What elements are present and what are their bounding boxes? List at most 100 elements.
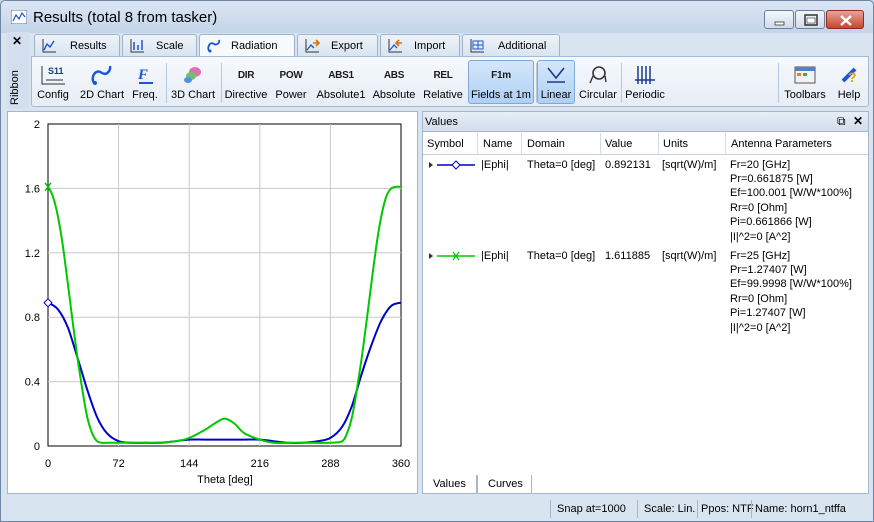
title-bar[interactable]: Results (total 8 from tasker) — [1, 1, 873, 33]
data-point — [67, 326, 68, 327]
close-button[interactable] — [826, 10, 864, 29]
chart-panel[interactable]: 0 72 144 216 288 360 0 0.4 0.8 1.2 1.6 2 Theta [deg… — [7, 111, 418, 494]
data-point — [395, 186, 396, 187]
ribbon-side-label[interactable]: Ribbon — [9, 70, 21, 105]
tab-export[interactable]: Export — [297, 34, 378, 56]
column-header-symbol[interactable]: Symbol — [427, 138, 464, 150]
y-tick-label: 0.8 — [25, 312, 40, 324]
periodic-button[interactable]: Periodic — [623, 60, 667, 104]
data-point — [214, 423, 215, 424]
periodic-icon — [635, 66, 655, 84]
chart-2d-button[interactable]: 2D Chart — [76, 60, 128, 104]
fields-at-1m-button[interactable]: F1m Fields at 1m — [468, 60, 534, 104]
absolute1-button[interactable]: ABS1 Absolute1 — [313, 60, 369, 104]
status-ppos: Ppos: NTF — [701, 503, 754, 515]
data-point — [224, 439, 225, 440]
radiation-pattern-chart[interactable]: 0 72 144 216 288 360 0 0.4 0.8 1.2 1.6 2 Theta [deg… — [8, 112, 417, 493]
linear-button[interactable]: Linear — [537, 60, 575, 104]
minimize-button[interactable] — [764, 10, 794, 29]
chart-3d-icon — [184, 67, 201, 83]
param-current: |I|^2=0 [A^2] — [730, 322, 791, 334]
column-header-domain[interactable]: Domain — [527, 138, 565, 150]
circular-polarization-icon — [589, 66, 607, 84]
help-button[interactable]: ? Help — [832, 60, 866, 104]
column-divider[interactable] — [521, 133, 522, 155]
tab-scale[interactable]: Scale — [122, 34, 197, 56]
toolbar-separator — [221, 63, 222, 103]
table-row[interactable]: |Ephi| Theta=0 [deg] 1.611885 [sqrt(W)/m… — [423, 248, 868, 338]
freq-button[interactable]: F Freq. — [128, 60, 162, 104]
tab-additional[interactable]: Additional — [462, 34, 560, 56]
data-point — [155, 442, 156, 443]
circular-button[interactable]: Circular — [577, 60, 619, 104]
maximize-button[interactable] — [795, 10, 825, 29]
absolute1-icon-text: ABS1 — [328, 70, 354, 81]
chart-3d-button[interactable]: 3D Chart — [168, 60, 218, 104]
param-radiated-power: Pr=1.27407 [W] — [730, 264, 807, 276]
ribbon-close-icon[interactable]: ✕ — [12, 34, 22, 48]
power-button[interactable]: POW Power — [271, 60, 311, 104]
row-units: [sqrt(W)/m] — [662, 159, 717, 171]
freq-label: Freq. — [132, 89, 158, 101]
relative-button[interactable]: REL Relative — [419, 60, 467, 104]
toolbars-button[interactable]: Toolbars — [782, 60, 828, 104]
column-divider[interactable] — [600, 133, 601, 155]
tab-values-label: Values — [433, 478, 466, 490]
data-point — [371, 344, 372, 345]
status-snap: Snap at=1000 — [557, 503, 626, 515]
tab-curves[interactable]: Curves — [477, 475, 532, 494]
data-point — [273, 442, 274, 443]
column-header-name[interactable]: Name — [483, 138, 512, 150]
data-point — [77, 357, 78, 358]
x-axis-label: Theta [deg] — [197, 474, 253, 486]
close-icon — [840, 15, 852, 26]
power-icon-text: POW — [279, 70, 303, 81]
x-tick-label: 144 — [180, 458, 198, 470]
y-tick-label: 0 — [34, 441, 40, 453]
tab-label: Additional — [498, 40, 547, 52]
chart-2d-label: 2D Chart — [79, 89, 125, 101]
toolbars-icon — [794, 66, 816, 84]
data-point — [118, 442, 119, 443]
tab-import[interactable]: Import — [380, 34, 460, 56]
directive-button[interactable]: DIR Directive — [223, 60, 269, 104]
data-point — [400, 186, 401, 187]
absolute1-label: Absolute1 — [316, 89, 366, 101]
data-point — [106, 442, 107, 443]
data-point — [381, 215, 382, 216]
param-efficiency: Ef=99.9998 [W/W*100%] — [730, 278, 852, 290]
close-panel-icon[interactable]: ✕ — [853, 114, 863, 128]
window-title: Results (total 8 from tasker) — [33, 9, 218, 26]
absolute-button[interactable]: ABS Absolute — [371, 60, 417, 104]
chart-grid — [47, 123, 402, 447]
float-panel-icon[interactable]: ⧉ — [837, 114, 846, 129]
column-header-antenna-parameters[interactable]: Antenna Parameters — [731, 138, 832, 150]
data-point — [244, 439, 245, 440]
data-point — [204, 439, 205, 440]
row-name: |Ephi| — [481, 159, 509, 171]
data-point — [96, 416, 97, 417]
data-point — [62, 244, 63, 245]
table-row[interactable]: |Ephi| Theta=0 [deg] 0.892131 [sqrt(W)/m… — [423, 157, 868, 247]
column-header-value[interactable]: Value — [605, 138, 632, 150]
results-chart-icon — [42, 39, 56, 53]
column-divider[interactable] — [477, 133, 478, 155]
row-domain: Theta=0 [deg] — [527, 159, 596, 171]
export-icon — [305, 39, 320, 53]
data-point — [72, 320, 73, 321]
column-divider[interactable] — [658, 133, 659, 155]
relative-label: Relative — [423, 89, 463, 101]
tab-radiation[interactable]: Radiation — [199, 34, 295, 57]
data-point — [57, 309, 58, 310]
param-efficiency: Ef=100.001 [W/W*100%] — [730, 187, 852, 199]
chart-2d-icon — [91, 65, 112, 85]
tab-results[interactable]: Results — [34, 34, 120, 56]
column-header-units[interactable]: Units — [663, 138, 688, 150]
config-button[interactable]: S11 Config — [34, 60, 72, 104]
radiation-icon — [207, 39, 221, 53]
data-point — [106, 433, 107, 434]
row-value: 1.611885 — [605, 250, 651, 262]
tab-values[interactable]: Values — [422, 475, 477, 494]
svg-text:F: F — [137, 67, 148, 83]
column-divider[interactable] — [725, 133, 726, 155]
